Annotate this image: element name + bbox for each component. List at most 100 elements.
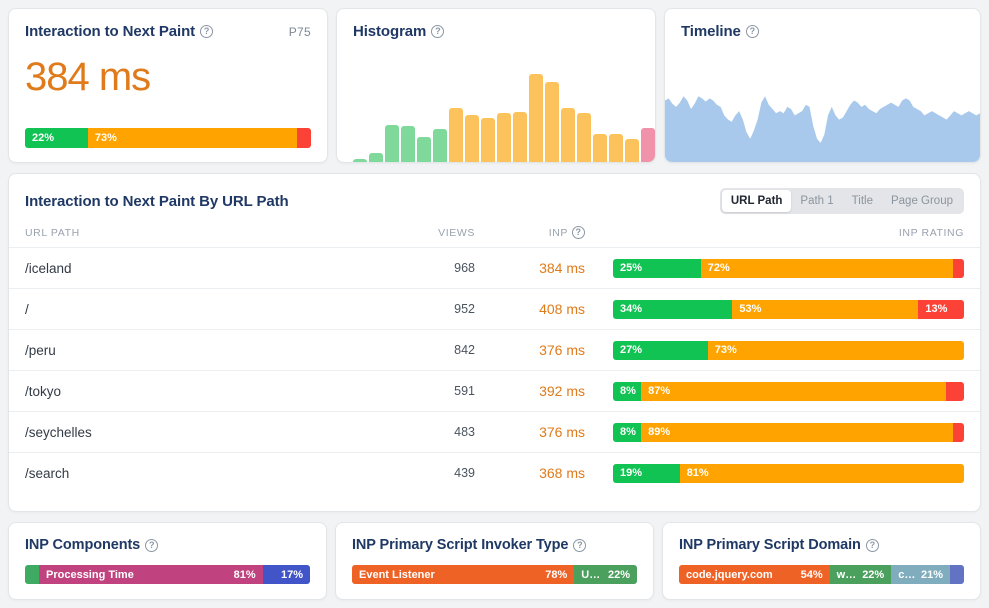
histogram-chart: [353, 70, 655, 162]
cell-inp: 368 ms: [539, 465, 585, 481]
group-by-toggle[interactable]: URL Path Path 1 Title Page Group: [719, 188, 964, 214]
bar-segment-name: U…: [581, 568, 601, 581]
inp-rating-bar-wrap: 22% 73%: [25, 128, 311, 148]
column-header-url-path: URL PATH: [25, 226, 80, 239]
cell-views: 483: [454, 425, 475, 439]
bar-segment: U… 22%: [574, 565, 637, 584]
table-row[interactable]: / 952 408 ms 34% 53% 13%: [9, 288, 980, 329]
bottom-card-title-text: INP Primary Script Invoker Type: [352, 537, 569, 553]
table-row[interactable]: /seychelles 483 376 ms 8% 89%: [9, 411, 980, 452]
bar-segment-percent: 81%: [233, 568, 256, 581]
cell-views: 968: [454, 261, 475, 275]
timeline-area-path: [665, 96, 980, 162]
bar-segment: code.jquery.com 54%: [679, 565, 830, 584]
histogram-bar: [353, 158, 367, 162]
bar-segment: 81%: [679, 463, 964, 483]
histogram-bar: [561, 108, 575, 162]
bottom-card-1: INP Primary Script Invoker Type? Event Li…: [335, 522, 654, 600]
bar-segment-percent: 22%: [862, 568, 885, 581]
cell-url-path: /iceland: [25, 260, 72, 276]
timeline-card-title-text: Timeline: [681, 23, 741, 40]
help-icon[interactable]: ?: [745, 25, 759, 38]
inp-rating-bar: 22% 73%: [25, 128, 311, 148]
cell-inp-rating: 19% 81%: [585, 463, 964, 483]
help-icon[interactable]: ?: [200, 25, 214, 38]
bar-segment-percent: 21%: [920, 568, 943, 581]
cell-inp: 384 ms: [539, 260, 585, 276]
bar-segment-percent: 22%: [607, 568, 630, 581]
bar-segment: 53%: [732, 299, 919, 319]
bottom-card-0: INP Components? Processing Time 81% 17%: [8, 522, 327, 600]
cell-inp: 408 ms: [539, 301, 585, 317]
bar-segment-name: w…: [836, 568, 857, 581]
top-cards-row: Interaction to Next Paint ? P75 384 ms 2…: [8, 8, 981, 163]
help-icon[interactable]: ?: [145, 538, 159, 552]
inp-rating-bar: 8% 89%: [613, 422, 964, 442]
toggle-option-page-group[interactable]: Page Group: [882, 190, 962, 212]
table-row[interactable]: /iceland 968 384 ms 25% 72%: [9, 247, 980, 288]
bar-segment: 72%: [700, 258, 954, 278]
cell-url-path: /peru: [25, 342, 56, 358]
help-icon[interactable]: ?: [572, 226, 585, 239]
table-row[interactable]: /search 439 368 ms 19% 81%: [9, 452, 980, 493]
inp-rating-bar: 25% 72%: [613, 258, 964, 278]
histogram-bar: [577, 112, 591, 162]
bar-segment: 87%: [641, 381, 947, 401]
histogram-bar: [625, 139, 639, 162]
table-column-headers: URL PATH VIEWS INP ? INP RATING: [9, 226, 980, 247]
table-title: Interaction to Next Paint By URL Path: [25, 192, 289, 210]
bar-segment: 73%: [707, 340, 964, 360]
histogram-card-title: Histogram ?: [353, 23, 445, 40]
bar-segment: 34%: [613, 299, 733, 319]
bar-segment: 73%: [87, 128, 297, 148]
bar-segment: 27%: [613, 340, 708, 360]
bar-segment: [296, 128, 311, 148]
column-header-inp-rating: INP RATING: [898, 226, 964, 239]
histogram-card-title-text: Histogram: [353, 23, 427, 40]
cell-inp-rating: 25% 72%: [585, 258, 964, 278]
histogram-bar: [529, 74, 543, 162]
cell-url-path: /seychelles: [25, 424, 92, 440]
breakdown-bar: Event Listener 78% U… 22%: [352, 565, 637, 584]
toggle-option-url-path[interactable]: URL Path: [721, 190, 792, 212]
toggle-option-title[interactable]: Title: [843, 190, 882, 212]
bottom-card-title-text: INP Primary Script Domain: [679, 537, 861, 553]
column-header-inp: INP ?: [475, 226, 585, 239]
histogram-bar: [593, 133, 607, 162]
bar-segment-name: Processing Time: [46, 568, 134, 581]
histogram-bar: [401, 125, 415, 162]
histogram-bar: [545, 82, 559, 162]
inp-rating-bar: 27% 73%: [613, 340, 964, 360]
bar-segment: w… 22%: [829, 565, 892, 584]
help-icon[interactable]: ?: [573, 538, 587, 552]
help-icon[interactable]: ?: [431, 25, 445, 38]
bar-segment: [953, 422, 964, 442]
histogram-bar: [465, 114, 479, 162]
cell-inp: 376 ms: [539, 342, 585, 358]
inp-by-url-table-card: Interaction to Next Paint By URL Path UR…: [8, 173, 981, 512]
bottom-card-title: INP Primary Script Domain?: [679, 537, 879, 553]
bottom-card-title: INP Components?: [25, 537, 159, 553]
table-row[interactable]: /peru 842 376 ms 27% 73%: [9, 329, 980, 370]
bar-segment: 8%: [613, 422, 642, 442]
help-icon[interactable]: ?: [865, 538, 879, 552]
timeline-card: Timeline ?: [664, 8, 981, 163]
inp-rating-bar: 19% 81%: [613, 463, 964, 483]
toggle-option-path-1[interactable]: Path 1: [791, 190, 842, 212]
bottom-card-title: INP Primary Script Invoker Type?: [352, 537, 587, 553]
timeline-card-title: Timeline ?: [681, 23, 759, 40]
cell-inp-rating: 34% 53% 13%: [585, 299, 964, 319]
timeline-chart: [665, 56, 980, 162]
bar-segment: 89%: [641, 422, 954, 442]
bar-segment: 8%: [613, 381, 642, 401]
bottom-cards-row: INP Components? Processing Time 81% 17% INP …: [8, 522, 981, 600]
bar-segment-percent: 17%: [280, 568, 303, 581]
bottom-card-bar-wrap: Processing Time 81% 17%: [25, 565, 310, 584]
table-row[interactable]: /tokyo 591 392 ms 8% 87%: [9, 370, 980, 411]
histogram-card: Histogram ?: [336, 8, 656, 163]
bottom-card-bar-wrap: Event Listener 78% U… 22%: [352, 565, 637, 584]
cell-inp: 376 ms: [539, 424, 585, 440]
histogram-bar: [513, 111, 527, 162]
histogram-bar: [385, 124, 399, 162]
breakdown-bar: Processing Time 81% 17%: [25, 565, 310, 584]
